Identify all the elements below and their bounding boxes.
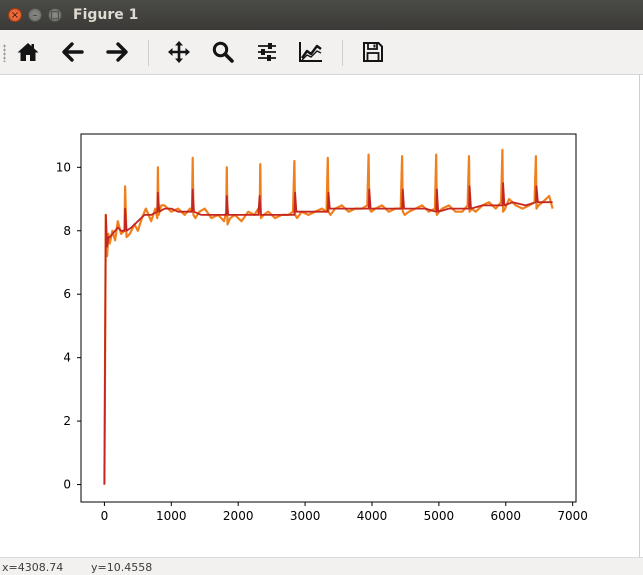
window-title: Figure 1 (73, 7, 139, 23)
window-edge-line (639, 75, 640, 557)
pan-button[interactable] (164, 38, 194, 66)
close-icon: × (10, 10, 20, 21)
cursor-x-readout: x=4308.74 (2, 561, 64, 574)
x-tick-label: 0 (101, 509, 109, 523)
minimize-button[interactable]: – (28, 8, 42, 22)
matplotlib-window: × – □ Figure 1 0 1000 2000 3000 4000 500… (0, 0, 643, 575)
toolbar-separator (342, 40, 343, 66)
x-tick-label: 3000 (290, 509, 321, 523)
toolbar-grip[interactable] (3, 44, 6, 62)
sliders-icon (258, 43, 276, 61)
x-tick-label: 2000 (223, 509, 254, 523)
y-tick-label: 6 (63, 287, 71, 301)
magnifier-icon (212, 41, 234, 63)
y-tick-label: 10 (56, 160, 71, 174)
home-button[interactable] (13, 38, 43, 66)
zoom-button[interactable] (208, 38, 238, 66)
title-bar[interactable]: × – □ Figure 1 (0, 0, 643, 30)
floppy-icon (363, 42, 383, 62)
maximize-button[interactable]: □ (48, 8, 62, 22)
figure-canvas[interactable]: 0 1000 2000 3000 4000 5000 6000 7000 0 2 4 6 8 10 (0, 75, 643, 557)
forward-button[interactable] (102, 38, 132, 66)
y-tick-label: 4 (63, 351, 71, 365)
toolbar-separator (148, 40, 149, 66)
move-icon (168, 41, 190, 63)
x-tick-label: 4000 (357, 509, 388, 523)
x-tick-label: 1000 (156, 509, 187, 523)
cursor-y-readout: y=10.4558 (91, 561, 153, 574)
back-button[interactable] (58, 38, 88, 66)
close-button[interactable]: × (8, 8, 22, 22)
edit-axes-button[interactable] (296, 38, 326, 66)
save-button[interactable] (358, 38, 388, 66)
plot-figure[interactable]: 0 1000 2000 3000 4000 5000 6000 7000 0 2 4 6 8 10 (0, 75, 643, 557)
line-chart-icon (299, 42, 322, 62)
maximize-icon: □ (50, 10, 60, 21)
series-line-smoothed (103, 182, 553, 485)
arrow-left-icon (62, 42, 84, 62)
status-bar: x=4308.74 y=10.4558 (0, 557, 643, 575)
minimize-icon: – (32, 10, 38, 21)
x-tick-label: 5000 (424, 509, 455, 523)
y-tick-label: 8 (63, 224, 71, 238)
home-icon (17, 43, 39, 61)
y-tick-label: 0 (63, 478, 71, 492)
arrow-right-icon (106, 42, 128, 62)
x-tick-label: 6000 (490, 509, 521, 523)
subplots-button[interactable] (252, 38, 282, 66)
y-tick-label: 2 (63, 414, 71, 428)
x-tick-label: 7000 (557, 509, 588, 523)
navigation-toolbar (0, 30, 643, 75)
